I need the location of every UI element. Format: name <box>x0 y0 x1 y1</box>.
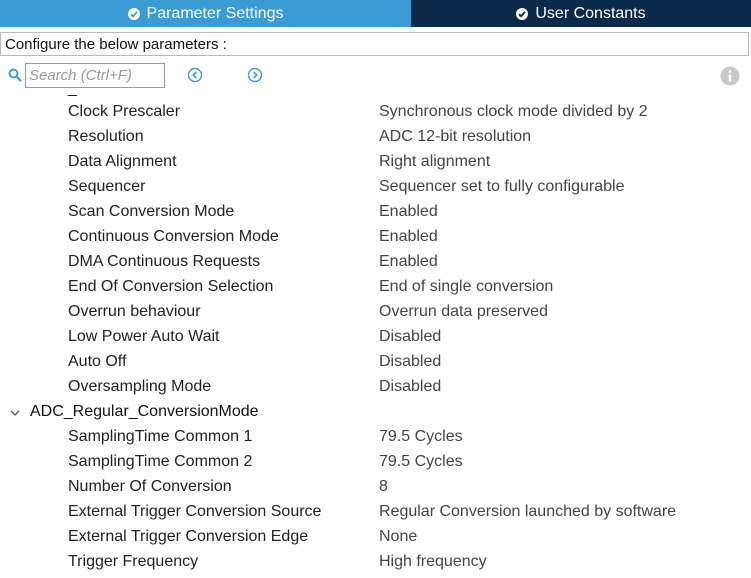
param-row[interactable]: Continuous Conversion Mode Enabled <box>0 225 751 250</box>
param-row[interactable]: Scan Conversion Mode Enabled <box>0 200 751 225</box>
tab-bar: Parameter Settings User Constants <box>0 0 751 27</box>
param-name: Oversampling Mode <box>68 378 212 395</box>
tab-user-constants-label: User Constants <box>535 4 646 22</box>
param-value[interactable]: 79.5 Cycles <box>379 453 463 471</box>
group-header-regular-conversion[interactable]: ADC_Regular_ConversionMode <box>0 400 751 425</box>
param-row[interactable]: Sequencer Sequencer set to fully configu… <box>0 175 751 200</box>
group-label: ADC_Regular_ConversionMode <box>30 403 259 420</box>
param-value[interactable]: ADC 12-bit resolution <box>379 128 531 146</box>
param-name: Overrun behaviour <box>68 303 201 320</box>
tab-user-constants[interactable]: User Constants <box>411 0 751 27</box>
param-value[interactable]: Disabled <box>379 353 441 371</box>
param-name: Sequencer <box>68 178 146 195</box>
param-row[interactable]: Auto Off Disabled <box>0 350 751 375</box>
param-name: Clock Prescaler <box>68 103 181 120</box>
search-toolbar <box>0 60 751 90</box>
info-icon[interactable] <box>720 66 740 86</box>
param-value[interactable]: High frequency <box>379 553 487 571</box>
tab-parameter-settings-label: Parameter Settings <box>146 4 284 22</box>
param-value[interactable]: Enabled <box>379 253 438 271</box>
clipped-row: _ <box>68 90 77 98</box>
circle-chevron-left-icon[interactable] <box>187 67 203 83</box>
param-row[interactable]: DMA Continuous Requests Enabled <box>0 250 751 275</box>
chevron-down-icon[interactable] <box>8 406 22 420</box>
param-row[interactable]: Overrun behaviour Overrun data preserved <box>0 300 751 325</box>
param-row[interactable]: External Trigger Conversion Edge None <box>0 525 751 550</box>
param-name: SamplingTime Common 2 <box>68 453 253 470</box>
param-name: External Trigger Conversion Edge <box>68 528 309 545</box>
search-input[interactable] <box>25 63 165 88</box>
param-row[interactable]: SamplingTime Common 1 79.5 Cycles <box>0 425 751 450</box>
param-value[interactable]: None <box>379 528 417 546</box>
param-name: Number Of Conversion <box>68 478 232 495</box>
check-circle-icon <box>516 7 529 20</box>
param-value[interactable]: 8 <box>379 478 388 496</box>
param-value[interactable]: End of single conversion <box>379 278 553 296</box>
param-row[interactable]: Low Power Auto Wait Disabled <box>0 325 751 350</box>
param-name: Trigger Frequency <box>68 553 199 570</box>
param-name: Continuous Conversion Mode <box>68 228 279 245</box>
param-row[interactable]: Oversampling Mode Disabled <box>0 375 751 400</box>
param-row[interactable]: Trigger Frequency High frequency <box>0 550 751 575</box>
check-circle-icon <box>127 7 140 20</box>
param-value[interactable]: Disabled <box>379 328 441 346</box>
param-name: Scan Conversion Mode <box>68 203 235 220</box>
param-row[interactable]: Clock Prescaler Synchronous clock mode d… <box>0 100 751 125</box>
param-row[interactable]: Number Of Conversion 8 <box>0 475 751 500</box>
param-value[interactable]: Disabled <box>379 378 441 396</box>
param-row[interactable]: Data Alignment Right alignment <box>0 150 751 175</box>
param-value[interactable]: Regular Conversion launched by software <box>379 503 676 521</box>
circle-chevron-right-icon[interactable] <box>247 67 263 83</box>
param-row[interactable]: End Of Conversion Selection End of singl… <box>0 275 751 300</box>
param-name: Low Power Auto Wait <box>68 328 220 345</box>
param-name: End Of Conversion Selection <box>68 278 274 295</box>
search-icon <box>8 68 22 82</box>
param-name: External Trigger Conversion Source <box>68 503 322 520</box>
param-value[interactable]: Sequencer set to fully configurable <box>379 178 624 196</box>
param-name: Data Alignment <box>68 153 177 170</box>
parameter-tree: _ Clock Prescaler Synchronous clock mode… <box>0 90 751 578</box>
tab-parameter-settings[interactable]: Parameter Settings <box>0 0 411 27</box>
param-value[interactable]: Overrun data preserved <box>379 303 548 321</box>
param-row[interactable]: SamplingTime Common 2 79.5 Cycles <box>0 450 751 475</box>
param-row[interactable]: External Trigger Conversion Source Regul… <box>0 500 751 525</box>
param-name: SamplingTime Common 1 <box>68 428 253 445</box>
param-name: Auto Off <box>68 353 127 370</box>
param-value[interactable]: Right alignment <box>379 153 490 171</box>
param-name: Resolution <box>68 128 144 145</box>
param-row[interactable]: Resolution ADC 12-bit resolution <box>0 125 751 150</box>
param-name: DMA Continuous Requests <box>68 253 261 270</box>
param-value[interactable]: Enabled <box>379 203 438 221</box>
config-label: Configure the below parameters : <box>0 32 749 56</box>
param-value[interactable]: 79.5 Cycles <box>379 428 463 446</box>
param-value[interactable]: Synchronous clock mode divided by 2 <box>379 103 648 121</box>
param-value[interactable]: Enabled <box>379 228 438 246</box>
